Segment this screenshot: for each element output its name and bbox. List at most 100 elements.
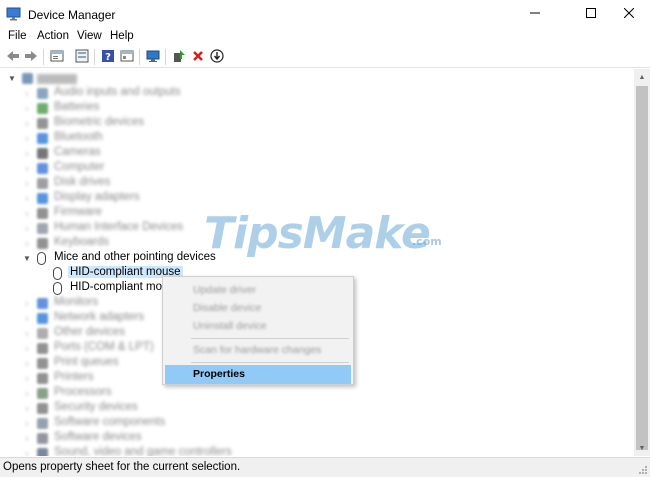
menu-item-disable-device[interactable]: Disable device [165,299,351,318]
tree-category[interactable]: › Bluetooth [0,131,400,146]
category-label: Keyboards [54,236,109,248]
minimize-button[interactable] [512,0,558,28]
expand-icon[interactable]: › [22,373,32,383]
scroll-thumb[interactable] [636,86,648,450]
expand-icon[interactable]: › [22,358,32,368]
expand-icon[interactable]: › [22,343,32,353]
device-category-icon [37,148,48,159]
menu-view[interactable]: View [77,30,102,42]
tree-category[interactable]: › Biometric devices [0,116,400,131]
close-button[interactable] [606,0,650,28]
expand-icon[interactable]: › [22,328,32,338]
category-label: Display adapters [54,191,140,203]
device-category-icon [37,448,48,456]
tree-category[interactable]: › Firmware [0,206,400,221]
help-button[interactable]: ? [99,48,117,66]
uninstall-icon [192,50,204,65]
root-label [37,74,77,84]
view-panel-button[interactable] [118,48,136,66]
device-category-icon [37,193,48,204]
expand-icon[interactable]: › [22,133,32,143]
category-label: Other devices [54,326,125,338]
scan-hardware-button[interactable] [144,48,162,66]
device-category-icon [37,433,48,444]
device-category-icon [37,358,48,369]
expand-icon[interactable]: › [22,418,32,428]
window-title: Device Manager [28,8,116,22]
download-button[interactable] [208,48,226,66]
device-manager-app-icon [6,7,22,21]
expand-icon[interactable]: › [22,223,32,233]
menu-action[interactable]: Action [37,30,69,42]
expand-icon[interactable]: › [22,103,32,113]
device-category-icon [37,118,48,129]
device-category-icon [37,133,48,144]
category-label: Software devices [54,431,142,443]
menu-item-update-driver[interactable]: Update driver [165,281,351,300]
expand-icon[interactable]: › [22,238,32,248]
category-label: Printers [54,371,94,383]
tree-category[interactable]: › Human Interface Devices [0,221,400,236]
menu-separator [191,362,349,363]
expand-icon[interactable]: › [22,178,32,188]
menu-item-scan-hardware[interactable]: Scan for hardware changes [165,341,351,360]
resize-grip-icon[interactable] [638,465,648,475]
update-driver-button[interactable] [170,48,188,66]
properties-panel-button[interactable] [48,48,66,66]
tree-root[interactable]: ▼ [0,71,400,86]
expand-icon[interactable]: › [22,208,32,218]
category-label: Bluetooth [54,131,103,143]
menu-help[interactable]: Help [110,30,134,42]
expand-icon[interactable]: › [22,163,32,173]
expand-icon[interactable]: › [22,148,32,158]
forward-button[interactable] [22,48,40,66]
device-tree[interactable]: ▼ › Audio inputs and outputs › Batteries › Bi… [0,69,633,456]
expand-icon[interactable]: › [22,433,32,443]
device-category-icon [37,88,48,99]
update-driver-icon [172,49,186,66]
menu-item-uninstall-device[interactable]: Uninstall device [165,317,351,336]
toolbar-separator [94,49,95,65]
expand-icon[interactable]: › [22,403,32,413]
category-mice[interactable]: ▼ Mice and other pointing devices [0,251,400,266]
tree-category[interactable]: › Display adapters [0,191,400,206]
tree-category[interactable]: › Software components [0,416,400,431]
svg-text:?: ? [105,52,111,63]
vertical-scrollbar[interactable]: ▲ ▼ [634,69,650,456]
category-label: Biometric devices [54,116,145,128]
scroll-down-icon[interactable]: ▼ [634,440,650,456]
menu-item-label: Update driver [193,284,257,296]
expand-icon[interactable]: › [22,118,32,128]
tree-category[interactable]: › Cameras [0,146,400,161]
scroll-up-icon[interactable]: ▲ [634,69,650,85]
expand-icon[interactable]: › [22,448,32,457]
tree-category[interactable]: › Computer [0,161,400,176]
tree-category[interactable]: › Audio inputs and outputs [0,86,400,101]
tree-category[interactable]: › Sound, video and game controllers [0,446,400,456]
expand-icon[interactable]: › [22,193,32,203]
show-hidden-button[interactable] [73,48,91,66]
uninstall-device-button[interactable] [189,48,207,66]
tree-category[interactable]: › Disk drives [0,176,400,191]
back-button[interactable] [4,48,22,66]
expand-icon[interactable]: › [22,388,32,398]
menu-file[interactable]: File [8,30,27,42]
view-panel-icon [120,49,134,66]
minimize-icon [530,8,540,21]
show-hidden-icon [75,49,89,66]
tree-category[interactable]: › Batteries [0,101,400,116]
tree-category[interactable]: › Keyboards [0,236,400,251]
expand-icon[interactable]: › [22,298,32,308]
tree-category[interactable]: › Processors [0,386,400,401]
tree-category[interactable]: › Software devices [0,431,400,446]
menu-item-properties[interactable]: Properties [165,365,351,384]
expand-icon[interactable]: › [22,313,32,323]
device-category-icon [37,388,48,399]
collapse-icon[interactable]: ▼ [22,253,32,263]
tree-category[interactable]: › Security devices [0,401,400,416]
properties-panel-icon [50,49,64,66]
category-label: Print queues [54,356,119,368]
expand-icon[interactable]: › [22,88,32,98]
collapse-icon[interactable]: ▼ [7,73,17,83]
mouse-icon [53,282,62,295]
